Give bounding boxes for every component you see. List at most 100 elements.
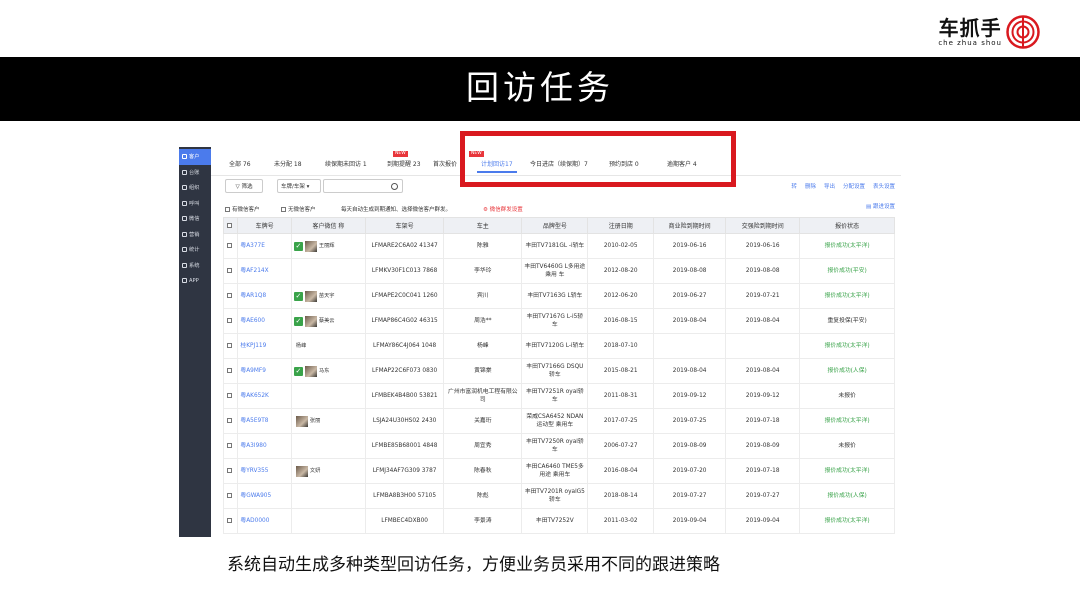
commercial-expiry-cell: 2019-08-04 xyxy=(653,308,727,334)
column-header[interactable]: 车架号 xyxy=(364,217,445,234)
tab[interactable]: 首次报价 xyxy=(433,159,457,168)
row-select-cell[interactable] xyxy=(222,458,239,484)
plate-cell[interactable]: 桂KPJ119 xyxy=(237,333,292,359)
tab[interactable]: 续保期未回访 1 xyxy=(325,159,367,168)
filter-button[interactable]: ▽ 筛选 xyxy=(225,179,263,193)
sidebar-item[interactable]: 呼叫 xyxy=(179,196,211,212)
row-checkbox[interactable] xyxy=(227,318,233,323)
row-select-cell[interactable] xyxy=(222,383,239,409)
row-select-cell[interactable] xyxy=(222,333,239,359)
row-select-cell[interactable] xyxy=(222,483,239,509)
row-select-cell[interactable] xyxy=(222,508,239,534)
row-checkbox[interactable] xyxy=(227,293,233,298)
plate-cell[interactable]: 粤AK652K xyxy=(237,383,292,409)
row-select-cell[interactable] xyxy=(222,258,239,284)
plate-cell[interactable]: 粤AR1Q8 xyxy=(237,283,292,309)
commercial-expiry-cell: 2019-07-27 xyxy=(653,483,727,509)
sidebar-item[interactable]: 组织 xyxy=(179,180,211,196)
column-header[interactable]: 交强险到期时间 xyxy=(725,217,801,234)
row-checkbox[interactable] xyxy=(227,343,233,348)
row-checkbox[interactable] xyxy=(227,268,233,273)
search-input[interactable] xyxy=(323,179,403,193)
column-header[interactable]: 报价状态 xyxy=(799,217,895,234)
wechat-nickname: 蔡美云 xyxy=(318,318,335,324)
plate-cell[interactable]: 粤AE600 xyxy=(237,308,292,334)
toolbar-action[interactable]: 分配设置 xyxy=(843,184,865,190)
tab[interactable]: 到期提醒 23 xyxy=(387,159,421,168)
row-checkbox[interactable] xyxy=(227,243,233,248)
toolbar-action[interactable]: 删除 xyxy=(805,184,816,190)
model-cell: 荣威CSA6452 NDAN运动型 乘用车 xyxy=(521,408,589,434)
column-header[interactable]: 品牌型号 xyxy=(521,217,589,234)
avatar xyxy=(295,415,308,427)
sidebar: 客户台账组织 呼叫 微信 营销 统计 系统 APP xyxy=(179,147,211,537)
row-checkbox[interactable] xyxy=(227,518,233,523)
toolbar-action[interactable]: 转 xyxy=(791,184,797,190)
avatar xyxy=(304,290,317,302)
chevron-down-icon: ▾ xyxy=(306,184,310,190)
sidebar-item[interactable]: 客户 xyxy=(179,149,211,165)
compulsory-expiry-cell: 2019-08-09 xyxy=(725,433,801,459)
register-date-cell: 2011-03-02 xyxy=(587,508,655,534)
toolbar-action[interactable]: 表头设置 xyxy=(873,184,895,190)
user-icon xyxy=(182,154,187,160)
owner-cell: 广州市富润机电工程有限公司 xyxy=(443,383,523,409)
search-type-select[interactable]: 车牌/车架 ▾ xyxy=(277,179,321,193)
wechat-cell xyxy=(290,483,367,509)
row-checkbox[interactable] xyxy=(227,443,233,448)
owner-cell: 陈雅 xyxy=(443,233,523,259)
commercial-expiry-cell: 2019-07-20 xyxy=(653,458,727,484)
column-header[interactable]: 车牌号 xyxy=(237,217,292,234)
wechat-cell: 文妍 xyxy=(290,458,367,484)
row-select-cell[interactable] xyxy=(222,308,239,334)
row-checkbox[interactable] xyxy=(227,493,233,498)
column-header[interactable]: 注册日期 xyxy=(587,217,655,234)
plate-cell[interactable]: 粤GWA905 xyxy=(237,483,292,509)
column-header[interactable]: 车主 xyxy=(443,217,523,234)
row-checkbox[interactable] xyxy=(227,393,233,398)
toolbar-action[interactable]: 导出 xyxy=(824,184,835,190)
sidebar-item[interactable]: 台账 xyxy=(179,165,211,181)
row-select-cell[interactable] xyxy=(222,233,239,259)
model-cell: 丰田TV7251R oyal轿车 xyxy=(521,383,589,409)
row-checkbox[interactable] xyxy=(227,368,233,373)
wechat-settings-link[interactable]: ⚙ 微信群发设置 xyxy=(483,205,523,213)
sidebar-item-label: 台账 xyxy=(189,169,200,176)
tab[interactable]: 未分配 18 xyxy=(274,159,302,168)
sidebar-item[interactable]: APP xyxy=(179,273,211,289)
avatar xyxy=(304,365,317,377)
column-header[interactable]: 客户微信 称 xyxy=(290,217,367,234)
select-all-checkbox[interactable] xyxy=(227,223,233,228)
sidebar-item[interactable]: 微信 xyxy=(179,211,211,227)
plate-cell[interactable]: 粤A377E xyxy=(237,233,292,259)
sidebar-item[interactable]: 统计 xyxy=(179,242,211,258)
wechat-nickname: 张丽 xyxy=(309,418,321,424)
column-header[interactable]: 商业险到期时间 xyxy=(653,217,727,234)
visit-task-table: 车牌号 客户微信 称车架号 车主 品牌型号 注册日期 商业险到期时间 交强险到期时间 报价状态… xyxy=(222,217,895,534)
plate-cell[interactable]: 粤A3I980 xyxy=(237,433,292,459)
row-select-cell[interactable] xyxy=(222,283,239,309)
row-select-cell[interactable] xyxy=(222,433,239,459)
wechat-cell: ✓ 苗天宇 xyxy=(290,283,367,309)
wechat-cell: 张丽 xyxy=(290,408,367,434)
row-checkbox[interactable] xyxy=(227,418,233,423)
model-cell: 丰田CA6460 TME5多用途 乘用车 xyxy=(521,458,589,484)
row-select-cell[interactable] xyxy=(222,358,239,384)
checkbox[interactable] xyxy=(225,207,230,212)
sidebar-item[interactable]: 营销 xyxy=(179,227,211,243)
plate-cell[interactable]: 粤YRV355 xyxy=(237,458,292,484)
select-all-cell[interactable] xyxy=(222,217,239,234)
plate-cell[interactable]: 粤A5E9T8 xyxy=(237,408,292,434)
table-row: 粤YRV355 文妍 LFMJ34AF7G309 3787 陈春秋 丰田CA6460 T… xyxy=(222,458,895,484)
checkbox[interactable] xyxy=(281,207,286,212)
row-checkbox[interactable] xyxy=(227,468,233,473)
progress-settings-link[interactable]: ▤ 跟进设置 xyxy=(866,202,895,210)
has-wechat-filter[interactable]: 有微信客户 xyxy=(225,205,260,213)
plate-cell[interactable]: 粤AD0000 xyxy=(237,508,292,534)
sidebar-item[interactable]: 系统 xyxy=(179,258,211,274)
no-wechat-filter[interactable]: 无微信客户 xyxy=(281,205,316,213)
row-select-cell[interactable] xyxy=(222,408,239,434)
plate-cell[interactable]: 粤AF214X xyxy=(237,258,292,284)
plate-cell[interactable]: 粤A9MF9 xyxy=(237,358,292,384)
tab[interactable]: 全部 76 xyxy=(229,159,251,168)
